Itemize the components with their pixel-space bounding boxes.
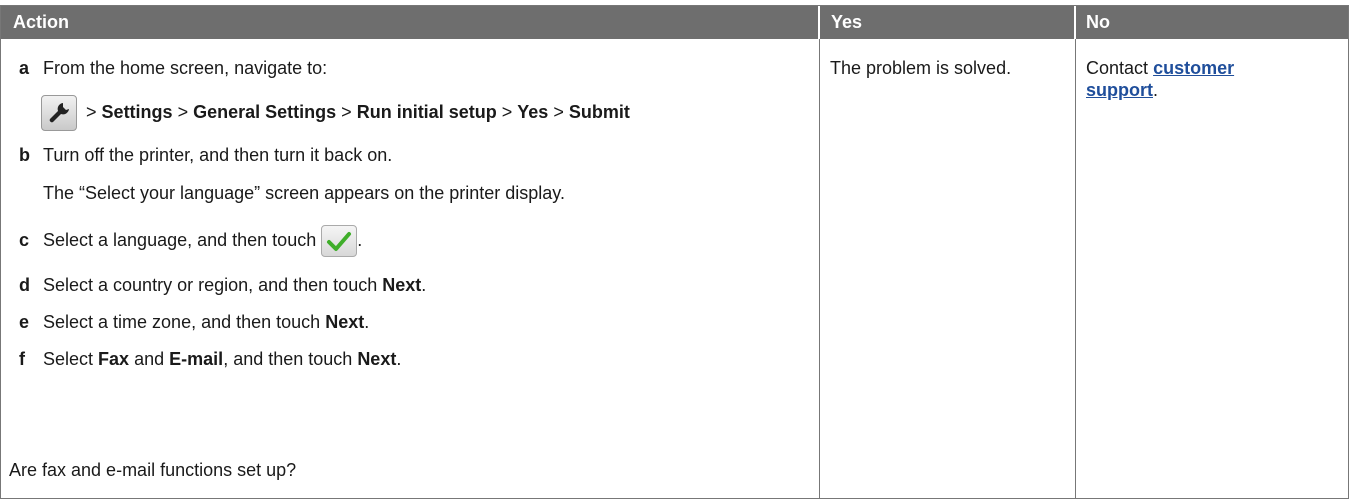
step-text: Select a country or region, and then tou… [43,275,378,295]
yes-cell-text: The problem is solved. [830,58,1012,78]
path-separator: > [177,102,189,122]
no-cell-end: . [1153,80,1159,100]
header-divider [818,6,820,39]
step-note-text: The “Select your language” screen appear… [43,183,565,203]
path-general-settings: General Settings [193,102,337,122]
wrench-icon [41,95,77,132]
step-text: Select [43,349,94,369]
header-action-label: Action [13,12,69,32]
step-a: a From the home screen, navigate to: [19,57,327,79]
header-action: Action [1,6,819,39]
header-divider [1074,6,1076,39]
step-bold: Next [357,349,397,369]
step-bold: Next [325,312,365,332]
step-text: Select a time zone, and then touch [43,312,321,332]
path-separator: > [501,102,513,122]
step-end: . [364,312,370,332]
header-yes-label: Yes [831,12,863,32]
step-letter: d [19,275,30,295]
step-f: f Select Fax and E-mail, and then touch N… [19,348,401,370]
path-run-initial-setup: Run initial setup [356,102,497,122]
troubleshooting-table: Action Yes No a From the home screen, nav… [0,5,1349,499]
header-no-label: No [1086,12,1110,32]
path-separator: > [553,102,564,122]
step-bold: E-mail [169,349,224,369]
step-letter: c [19,230,30,250]
step-letter: b [19,145,30,165]
path-settings: Settings [101,102,173,122]
step-letter: a [19,58,30,78]
path-separator: > [86,102,97,122]
no-cell: Contact customer support. [1086,57,1336,101]
step-text: and [134,349,165,369]
no-cell-prefix: Contact [1086,58,1149,78]
step-text: , and then touch [223,349,353,369]
step-b: b Turn off the printer, and then turn it … [19,144,392,166]
link-text-line2: support [1086,80,1153,100]
step-b-note: The “Select your language” screen appear… [43,182,565,204]
path-yes: Yes [517,102,549,122]
checkmark-icon [321,225,358,258]
step-end: . [357,230,363,250]
step-d: d Select a country or region, and then to… [19,274,426,296]
step-end: . [421,275,427,295]
step-text: Select a language, and then touch [43,230,317,250]
step-text: Turn off the printer, and then turn it b… [43,145,393,165]
step-letter: f [19,349,25,369]
step-e: e Select a time zone, and then touch Next… [19,311,369,333]
header-no: No [1074,6,1348,39]
step-letter: e [19,312,30,332]
link-text-line1: customer [1153,58,1235,78]
column-divider [1075,39,1076,498]
path-separator: > [341,102,352,122]
step-bold: Next [382,275,422,295]
column-divider [819,39,820,498]
navigation-path: > Settings > General Settings > Run init… [41,94,630,132]
step-end: . [396,349,402,369]
step-c: c Select a language, and then touch . [19,224,363,258]
step-text: From the home screen, navigate to: [43,58,328,78]
question-text: Are fax and e-mail functions set up? [9,460,297,480]
header-yes: Yes [819,6,1074,39]
path-submit: Submit [568,102,630,122]
step-bold: Fax [98,349,130,369]
